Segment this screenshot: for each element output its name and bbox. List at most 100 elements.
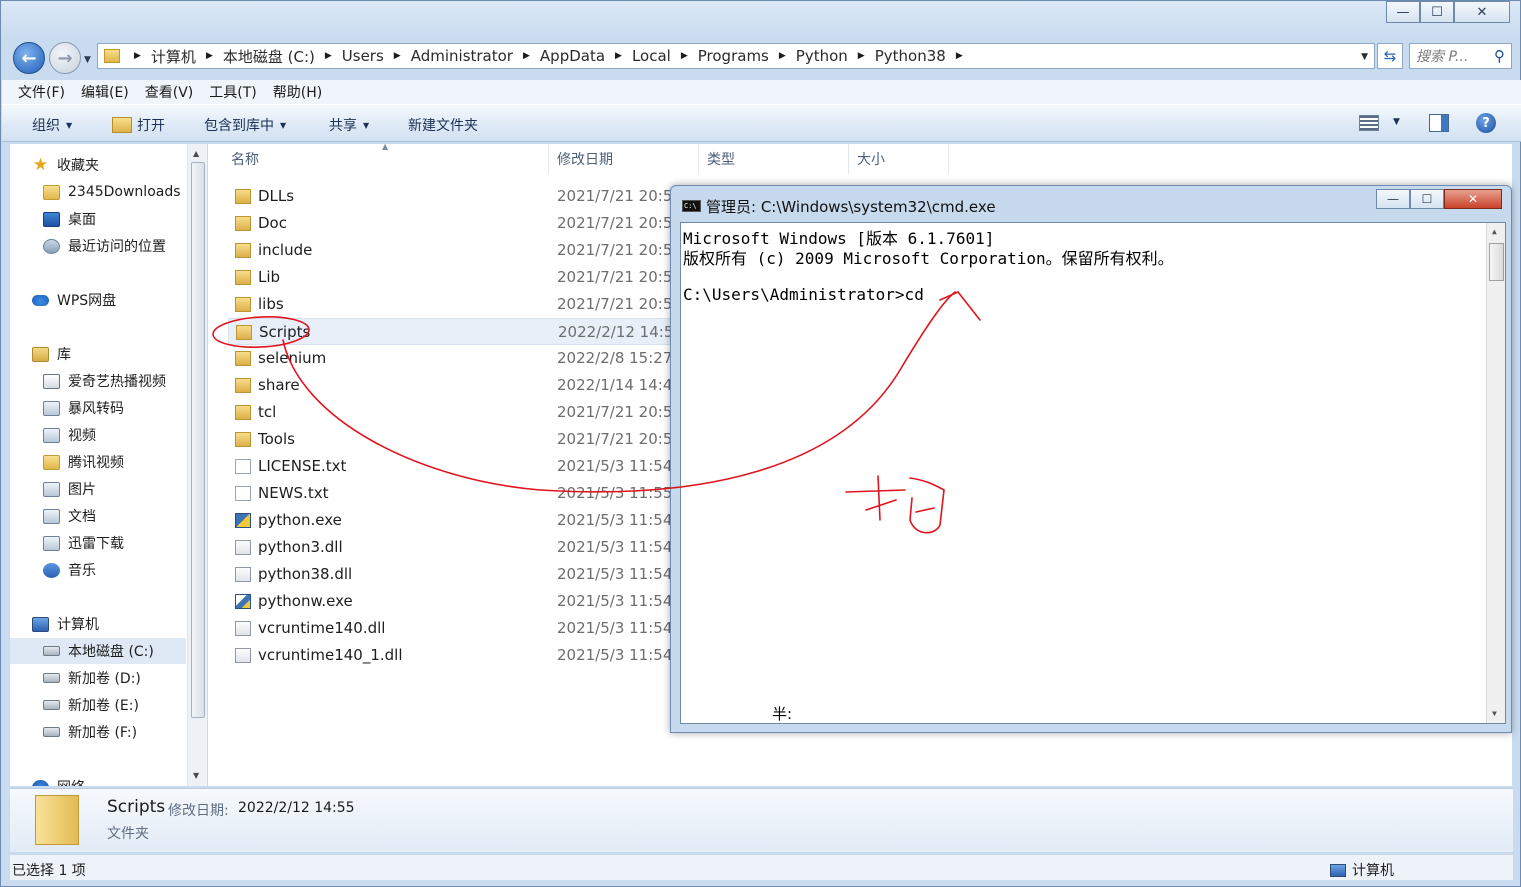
chevron-right-icon[interactable]: ▶	[615, 51, 622, 61]
organize-button[interactable]: 组织 ▼	[32, 115, 72, 135]
nav-item-iqiyi[interactable]: 爱奇艺热播视频	[43, 368, 207, 394]
address-dropdown[interactable]: ▼	[1361, 52, 1368, 62]
breadcrumb-item[interactable]: 计算机	[151, 46, 196, 67]
include-library-label: 包含到库中	[204, 118, 274, 134]
breadcrumb-item[interactable]: AppData	[540, 47, 605, 65]
nav-item-xunlei[interactable]: 迅雷下载	[43, 530, 207, 556]
view-options-icon[interactable]	[1359, 115, 1379, 131]
recent-pages-dropdown[interactable]: ▼	[84, 55, 91, 65]
new-folder-button[interactable]: 新建文件夹	[408, 115, 478, 135]
forward-button[interactable]: →	[49, 42, 81, 74]
nav-libraries[interactable]: 库	[32, 341, 207, 367]
scroll-thumb[interactable]	[1489, 243, 1504, 281]
menu-help[interactable]: 帮助(H)	[265, 82, 330, 102]
refresh-button[interactable]: ⇆	[1377, 43, 1403, 69]
breadcrumb-item[interactable]: Local	[632, 47, 671, 65]
chevron-right-icon[interactable]: ▶	[206, 51, 213, 61]
nav-drive-c[interactable]: 本地磁盘 (C:)	[10, 638, 186, 664]
nav-item-2345downloads[interactable]: 2345Downloads	[43, 179, 207, 205]
chevron-right-icon[interactable]: ▶	[523, 51, 530, 61]
folder-icon	[235, 270, 251, 285]
nav-scrollbar[interactable]: ▲ ▼	[187, 144, 207, 786]
cmd-window[interactable]: C:\ 管理员: C:\Windows\system32\cmd.exe — ☐…	[670, 185, 1512, 733]
menu-edit[interactable]: 编辑(E)	[73, 82, 137, 102]
menu-tools[interactable]: 工具(T)	[201, 82, 264, 102]
nav-item-recent[interactable]: 最近访问的位置	[43, 233, 207, 259]
breadcrumb-item[interactable]: Administrator	[411, 47, 513, 65]
file-name: Scripts	[259, 323, 311, 341]
chevron-right-icon[interactable]: ▶	[134, 51, 141, 61]
file-name: LICENSE.txt	[258, 457, 347, 475]
breadcrumb-item[interactable]: Python	[796, 47, 848, 65]
nav-item-tencent-video[interactable]: 腾讯视频	[43, 449, 207, 475]
column-modified[interactable]: 修改日期	[549, 144, 699, 174]
help-icon[interactable]: ?	[1476, 113, 1496, 133]
breadcrumb-item[interactable]: Users	[342, 47, 384, 65]
chevron-right-icon[interactable]: ▶	[394, 51, 401, 61]
cmd-maximize-button[interactable]: ☐	[1410, 189, 1444, 209]
scroll-up-icon[interactable]: ▲	[193, 149, 199, 158]
menu-view[interactable]: 查看(V)	[137, 82, 202, 102]
nav-label: 计算机	[57, 617, 99, 633]
scroll-down-icon[interactable]: ▼	[193, 771, 199, 780]
breadcrumb-item[interactable]: Programs	[698, 47, 769, 65]
console-scrollbar[interactable]: ▲ ▼	[1486, 223, 1505, 723]
menu-file[interactable]: 文件(F)	[10, 82, 73, 102]
chevron-right-icon[interactable]: ▶	[779, 51, 786, 61]
address-bar[interactable]: ▶ 计算机 ▶ 本地磁盘 (C:) ▶ Users ▶ Administrator ▶ AppD…	[97, 43, 1375, 69]
console-output[interactable]: Microsoft Windows [版本 6.1.7601] 版权所有 (c)…	[680, 222, 1506, 724]
minimize-button[interactable]: —	[1386, 1, 1420, 23]
breadcrumb-item[interactable]: Python38	[875, 47, 946, 65]
nav-drive-e[interactable]: 新加卷 (E:)	[43, 692, 207, 718]
scroll-thumb[interactable]	[191, 162, 205, 718]
nav-drive-f[interactable]: 新加卷 (F:)	[43, 719, 207, 745]
cmd-close-button[interactable]: ✕	[1444, 189, 1502, 209]
column-name[interactable]: 名称	[208, 144, 549, 174]
file-date: 2021/5/3 11:54	[557, 592, 673, 610]
nav-item-pictures[interactable]: 图片	[43, 476, 207, 502]
column-type[interactable]: 类型	[699, 144, 849, 174]
nav-item-documents[interactable]: 文档	[43, 503, 207, 529]
nav-item-baofeng[interactable]: 暴风转码	[43, 395, 207, 421]
column-size[interactable]: 大小	[849, 144, 949, 174]
search-input[interactable]: 搜索 P... ⚲	[1409, 43, 1512, 69]
chevron-right-icon[interactable]: ▶	[325, 51, 332, 61]
scroll-up-icon[interactable]: ▲	[1492, 227, 1497, 236]
file-date: 2021/7/21 20:56	[557, 295, 682, 313]
file-date: 2021/5/3 11:54	[557, 565, 673, 583]
nav-drive-d[interactable]: 新加卷 (D:)	[43, 665, 207, 691]
chevron-right-icon[interactable]: ▶	[681, 51, 688, 61]
nav-item-desktop[interactable]: 桌面	[43, 206, 207, 232]
nav-network[interactable]: 网络	[32, 774, 207, 786]
new-folder-label: 新建文件夹	[408, 118, 478, 134]
column-label: 大小	[857, 152, 885, 168]
nav-computer[interactable]: 计算机	[32, 611, 207, 637]
folder-icon	[236, 325, 252, 340]
nav-label: 本地磁盘 (C:)	[68, 644, 154, 660]
nav-item-video[interactable]: 视频	[43, 422, 207, 448]
share-button[interactable]: 共享 ▼	[329, 115, 369, 135]
title-bar[interactable]: — ☐ ✕	[1, 1, 1520, 37]
search-icon[interactable]: ⚲	[1494, 47, 1505, 65]
open-button[interactable]: 打开	[112, 115, 165, 135]
nav-favorites[interactable]: ★ 收藏夹	[32, 152, 207, 178]
video-library-icon	[43, 373, 60, 389]
close-button[interactable]: ✕	[1454, 1, 1510, 23]
nav-wps[interactable]: WPS网盘	[32, 287, 207, 313]
scroll-down-icon[interactable]: ▼	[1492, 709, 1497, 718]
chevron-right-icon[interactable]: ▶	[858, 51, 865, 61]
python-exe-icon	[235, 594, 251, 609]
include-library-button[interactable]: 包含到库中 ▼	[204, 115, 286, 135]
dll-file-icon	[235, 567, 251, 582]
view-dropdown[interactable]: ▼	[1393, 117, 1400, 127]
maximize-button[interactable]: ☐	[1420, 1, 1454, 23]
file-date: 2021/7/21 20:56	[557, 241, 682, 259]
chevron-right-icon[interactable]: ▶	[956, 51, 963, 61]
preview-pane-icon[interactable]	[1429, 114, 1449, 132]
cmd-minimize-button[interactable]: —	[1376, 189, 1410, 209]
back-button[interactable]: ←	[13, 42, 45, 74]
console-prompt[interactable]: C:\Users\Administrator>cd	[683, 285, 924, 304]
nav-item-music[interactable]: 音乐	[43, 557, 207, 583]
nav-label: 库	[57, 347, 71, 363]
breadcrumb-item[interactable]: 本地磁盘 (C:)	[223, 46, 315, 67]
